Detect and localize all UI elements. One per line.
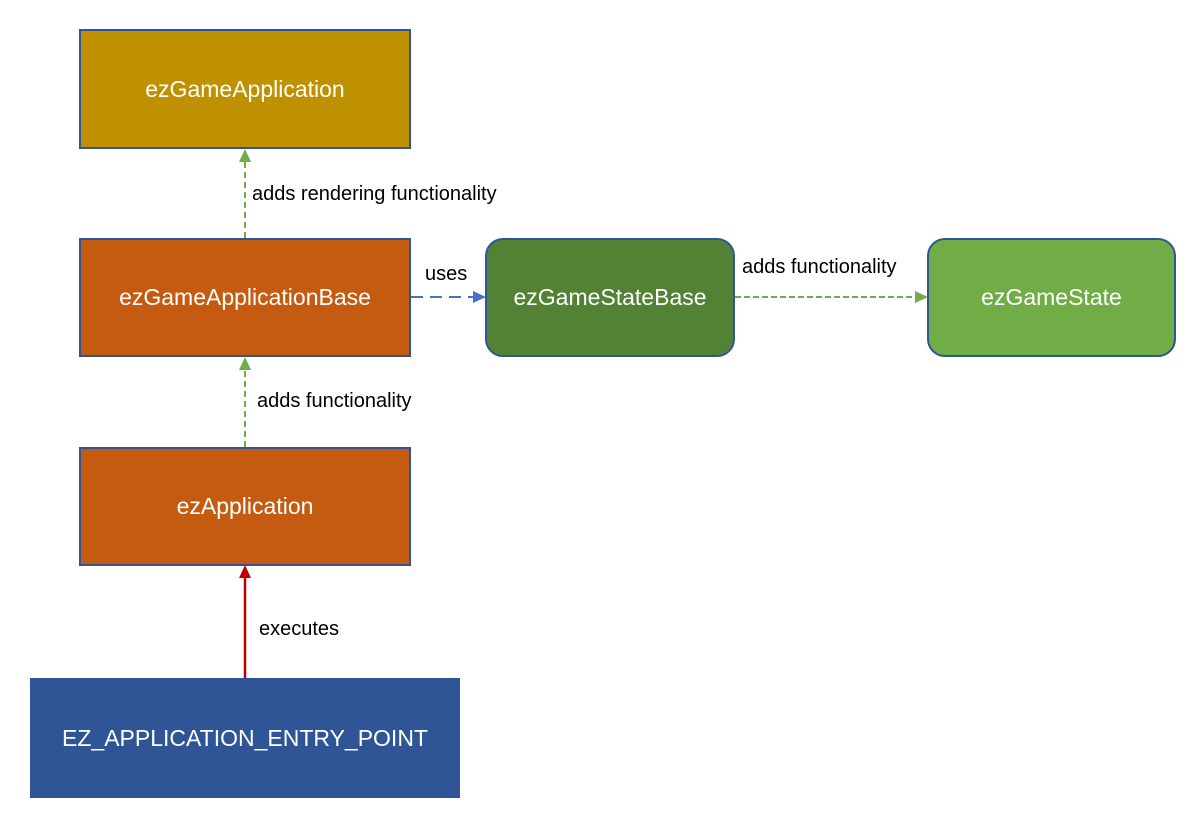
node-ez-application: ezApplication <box>79 447 411 566</box>
node-ez-application-entry-point: EZ_APPLICATION_ENTRY_POINT <box>30 678 460 798</box>
edge-label-adds-functionality-state: adds functionality <box>742 256 897 278</box>
edge-label-uses: uses <box>425 263 468 285</box>
node-label: EZ_APPLICATION_ENTRY_POINT <box>62 724 428 751</box>
node-label: ezGameApplicationBase <box>119 284 371 310</box>
node-ez-game-application-base: ezGameApplicationBase <box>79 238 411 357</box>
node-label: ezGameState <box>981 284 1122 310</box>
node-label: ezApplication <box>176 493 314 519</box>
edge-label-adds-functionality-app: adds functionality <box>257 390 412 412</box>
node-label: ezGameApplication <box>145 75 345 102</box>
node-label: ezGameStateBase <box>513 284 707 310</box>
node-ez-game-state: ezGameState <box>927 238 1176 357</box>
arrowhead-up-icon <box>239 565 251 578</box>
arrowhead-up-icon <box>239 149 251 162</box>
arrowhead-up-icon <box>239 357 251 370</box>
edge-label-executes: executes <box>259 618 340 640</box>
edge-label-adds-rendering-functionality: adds rendering functionality <box>252 183 497 205</box>
node-ez-game-state-base: ezGameStateBase <box>485 238 735 357</box>
node-ez-game-application: ezGameApplication <box>79 29 411 149</box>
